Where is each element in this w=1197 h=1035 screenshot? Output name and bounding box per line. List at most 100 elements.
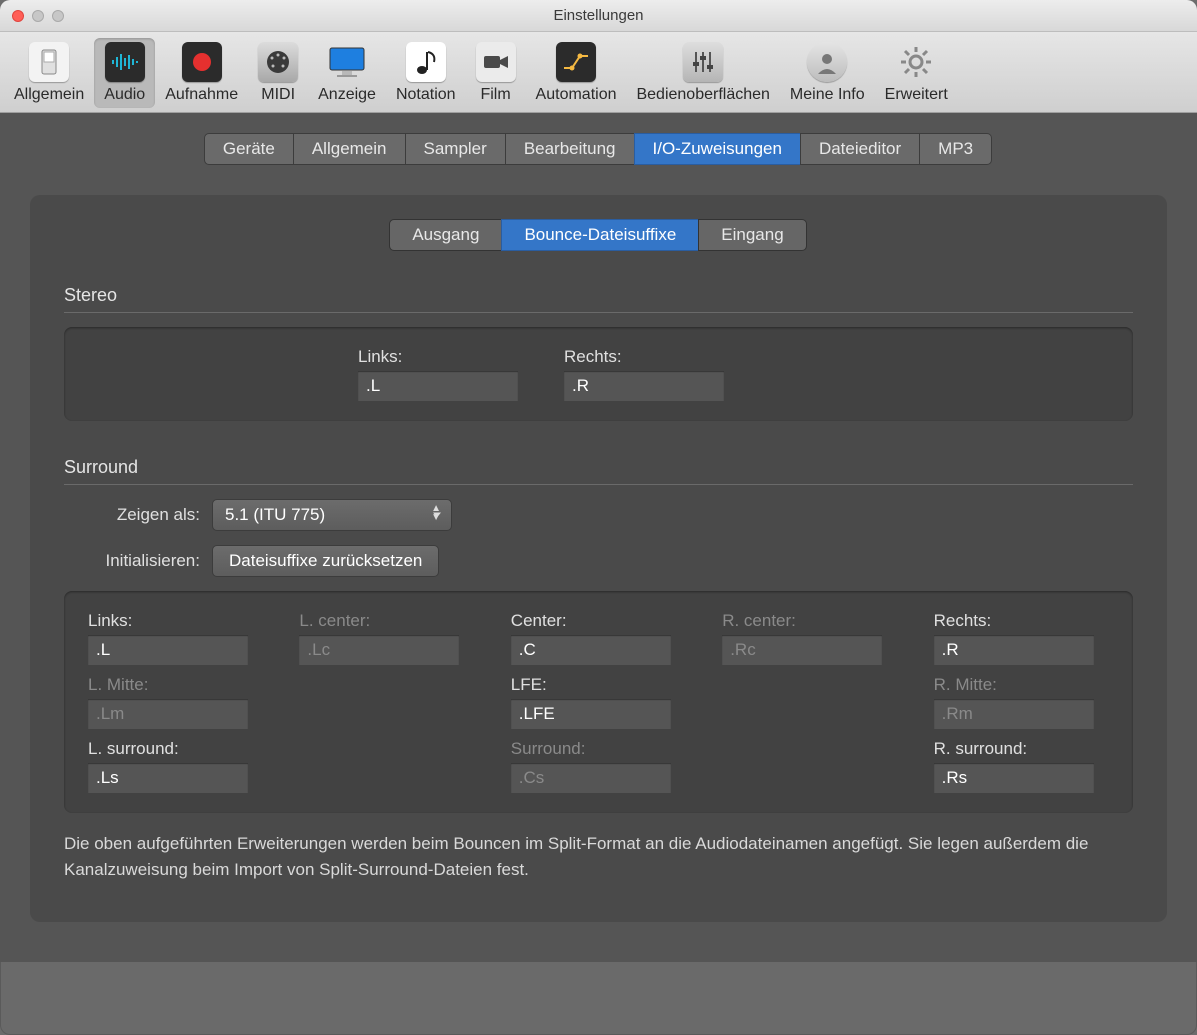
subtab-input[interactable]: Eingang <box>698 219 806 251</box>
tab-io-assignments[interactable]: I/O-Zuweisungen <box>634 133 801 165</box>
toolbar-label: Meine Info <box>790 86 865 104</box>
surround-cell: L. Mitte: <box>88 675 263 729</box>
surround-cell: Surround: <box>511 739 686 793</box>
surround-channel-input[interactable] <box>934 763 1094 793</box>
show-as-value: 5.1 (ITU 775) <box>225 505 325 524</box>
surround-channel-input[interactable] <box>511 699 671 729</box>
faders-icon <box>683 42 723 82</box>
divider <box>64 484 1133 485</box>
tab-devices[interactable]: Geräte <box>204 133 294 165</box>
surround-channel-label: Center: <box>511 611 686 631</box>
toolbar-item-control-surfaces[interactable]: Bedienoberflächen <box>626 38 779 108</box>
sub-tabbar: Ausgang Bounce-Dateisuffixe Eingang <box>64 219 1133 251</box>
toolbar-label: MIDI <box>261 86 295 104</box>
stereo-box: Links: Rechts: <box>64 327 1133 421</box>
surround-cell <box>299 739 474 793</box>
window-controls <box>12 10 64 22</box>
show-as-popup[interactable]: 5.1 (ITU 775) ▲▼ <box>212 499 452 531</box>
surround-channel-label: Surround: <box>511 739 686 759</box>
surround-cell: Links: <box>88 611 263 665</box>
user-icon <box>807 42 847 82</box>
surround-channel-label: L. surround: <box>88 739 263 759</box>
surround-channel-input <box>88 699 248 729</box>
toolbar-label: Erweitert <box>885 86 948 104</box>
waveform-icon <box>105 42 145 82</box>
note-icon <box>406 42 446 82</box>
close-icon[interactable] <box>12 10 24 22</box>
surround-channel-input <box>722 635 882 665</box>
surround-cell <box>722 675 897 729</box>
surround-channel-label: Rechts: <box>934 611 1109 631</box>
surround-channel-input <box>299 635 459 665</box>
surround-cell: Rechts: <box>934 611 1109 665</box>
toolbar-label: Film <box>480 86 510 104</box>
surround-channel-label: R. Mitte: <box>934 675 1109 695</box>
chevron-updown-icon: ▲▼ <box>431 504 441 522</box>
surround-cell: L. surround: <box>88 739 263 793</box>
toolbar-label: Automation <box>536 86 617 104</box>
show-as-label: Zeigen als: <box>64 505 200 525</box>
automation-icon <box>556 42 596 82</box>
toolbar-item-general[interactable]: Allgemein <box>4 38 94 108</box>
toolbar-item-movie[interactable]: Film <box>466 38 526 108</box>
surround-channel-input[interactable] <box>511 635 671 665</box>
tab-general[interactable]: Allgemein <box>293 133 406 165</box>
surround-channel-label: L. center: <box>299 611 474 631</box>
surround-cell <box>722 739 897 793</box>
surround-channel-input[interactable] <box>934 635 1094 665</box>
surround-channel-label: LFE: <box>511 675 686 695</box>
tab-editing[interactable]: Bearbeitung <box>505 133 635 165</box>
main-tabbar: Geräte Allgemein Sampler Bearbeitung I/O… <box>0 133 1197 165</box>
record-icon <box>182 42 222 82</box>
titlebar: Einstellungen <box>0 0 1197 32</box>
toolbar-item-score[interactable]: Notation <box>386 38 466 108</box>
subtab-output[interactable]: Ausgang <box>389 219 502 251</box>
toolbar-item-recording[interactable]: Aufnahme <box>155 38 248 108</box>
surround-cell <box>299 675 474 729</box>
surround-cell: Center: <box>511 611 686 665</box>
surround-channel-label: Links: <box>88 611 263 631</box>
toolbar-item-audio[interactable]: Audio <box>94 38 155 108</box>
surround-channel-input[interactable] <box>88 635 248 665</box>
minimize-icon <box>32 10 44 22</box>
surround-channel-input <box>511 763 671 793</box>
zoom-icon <box>52 10 64 22</box>
switch-icon <box>29 42 69 82</box>
gear-icon <box>896 42 936 82</box>
divider <box>64 312 1133 313</box>
surround-cell: R. Mitte: <box>934 675 1109 729</box>
toolbar-label: Allgemein <box>14 86 84 104</box>
tab-sampler[interactable]: Sampler <box>405 133 506 165</box>
toolbar-label: Bedienoberflächen <box>636 86 769 104</box>
toolbar-item-midi[interactable]: MIDI <box>248 38 308 108</box>
toolbar-label: Aufnahme <box>165 86 238 104</box>
midi-icon <box>258 42 298 82</box>
reset-extensions-button[interactable]: Dateisuffixe zurücksetzen <box>212 545 439 577</box>
stereo-left-input[interactable] <box>358 371 518 401</box>
surround-channel-input <box>934 699 1094 729</box>
surround-channel-label: L. Mitte: <box>88 675 263 695</box>
toolbar-item-display[interactable]: Anzeige <box>308 38 386 108</box>
toolbar-item-my-info[interactable]: Meine Info <box>780 38 875 108</box>
preferences-window: Einstellungen Allgemein Audio Aufnahme M… <box>0 0 1197 1035</box>
surround-cell: R. surround: <box>934 739 1109 793</box>
surround-cell: LFE: <box>511 675 686 729</box>
initialize-label: Initialisieren: <box>64 551 200 571</box>
stereo-left-label: Links: <box>358 347 518 367</box>
toolbar-item-advanced[interactable]: Erweitert <box>875 38 958 108</box>
subtab-bounce-extensions[interactable]: Bounce-Dateisuffixe <box>501 219 699 251</box>
camera-icon <box>476 42 516 82</box>
surround-cell: R. center: <box>722 611 897 665</box>
stereo-right-input[interactable] <box>564 371 724 401</box>
footer-description: Die oben aufgeführten Erweiterungen werd… <box>64 831 1133 882</box>
tab-mp3[interactable]: MP3 <box>919 133 992 165</box>
window-title: Einstellungen <box>0 7 1197 24</box>
tab-file-editor[interactable]: Dateieditor <box>800 133 920 165</box>
toolbar-item-automation[interactable]: Automation <box>526 38 627 108</box>
stereo-heading: Stereo <box>64 285 1133 306</box>
surround-cell: L. center: <box>299 611 474 665</box>
surround-channel-input[interactable] <box>88 763 248 793</box>
surround-channel-label: R. center: <box>722 611 897 631</box>
display-icon <box>327 42 367 82</box>
toolbar-label: Anzeige <box>318 86 376 104</box>
